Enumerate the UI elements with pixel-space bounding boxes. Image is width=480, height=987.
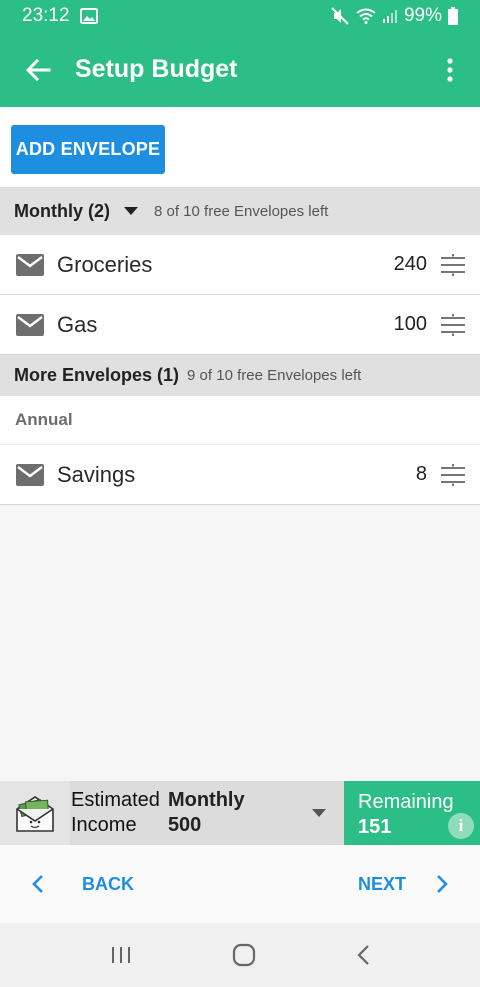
wifi-icon [356, 8, 376, 24]
income-dropdown-caret-icon[interactable] [312, 809, 326, 817]
income-label: Estimated Income [70, 788, 160, 838]
page-title: Setup Budget [75, 55, 238, 83]
system-navigation-bar [0, 923, 480, 987]
remaining-label: Remaining [358, 791, 454, 813]
home-icon[interactable] [232, 943, 256, 967]
envelope-list: ADD ENVELOPE Monthly (2) 8 of 10 free En… [0, 107, 480, 781]
add-envelope-area: ADD ENVELOPE [0, 107, 480, 187]
envelope-row-groceries[interactable]: Groceries 240 [0, 235, 480, 295]
income-values: Monthly 500 [168, 788, 245, 838]
drag-handle-icon[interactable] [440, 253, 466, 276]
free-envelopes-left: 8 of 10 free Envelopes left [154, 202, 329, 220]
system-back-icon[interactable] [356, 944, 370, 966]
app-bar: Setup Budget [0, 32, 480, 107]
next-button[interactable]: NEXT [358, 874, 406, 895]
wizard-navigation: BACK NEXT [0, 845, 480, 923]
drag-handle-icon[interactable] [440, 313, 466, 336]
back-button[interactable]: BACK [82, 874, 134, 895]
chevron-left-icon[interactable] [32, 874, 44, 894]
envelope-row-gas[interactable]: Gas 100 [0, 295, 480, 355]
drag-handle-icon[interactable] [440, 463, 466, 486]
overflow-menu-icon[interactable] [420, 32, 480, 107]
income-amount: 500 [167, 814, 202, 836]
estimated-income-selector[interactable]: Estimated Income Monthly 500 [0, 781, 344, 845]
free-envelopes-left: 9 of 10 free Envelopes left [187, 367, 362, 384]
envelope-icon [16, 463, 44, 486]
group-header-more-envelopes[interactable]: More Envelopes (1) 9 of 10 free Envelope… [0, 355, 480, 396]
income-label-line2: Income [71, 814, 137, 836]
status-bar: 23:12 99% [0, 0, 480, 32]
back-arrow-icon[interactable] [0, 32, 75, 107]
group-title: Monthly (2) [14, 200, 110, 221]
add-envelope-button[interactable]: ADD ENVELOPE [11, 125, 165, 174]
remaining-panel: Remaining 151 i [344, 781, 480, 845]
info-icon[interactable]: i [448, 813, 474, 839]
dropdown-caret-icon[interactable] [124, 207, 138, 215]
recent-apps-icon[interactable] [110, 945, 132, 965]
status-time: 23:12 [22, 5, 70, 26]
envelope-name: Gas [57, 311, 98, 337]
income-bar: Estimated Income Monthly 500 Remaining 1… [0, 781, 480, 845]
envelope-icon [16, 313, 44, 336]
signal-icon [382, 8, 398, 24]
envelope-icon [16, 253, 44, 276]
envelope-amount: 240 [393, 253, 427, 275]
app-logo-envelope-icon [0, 781, 70, 845]
group-title: More Envelopes (1) [14, 365, 180, 385]
image-notification-icon [79, 8, 98, 24]
envelope-amount: 8 [415, 463, 427, 485]
envelope-name: Groceries [57, 251, 153, 277]
group-header-monthly[interactable]: Monthly (2) 8 of 10 free Envelopes left [0, 187, 480, 235]
income-label-line1: Estimated [71, 789, 160, 811]
subgroup-header-annual: Annual [0, 396, 480, 445]
income-period: Monthly [167, 789, 245, 811]
envelope-amount: 100 [393, 313, 427, 335]
mute-icon [330, 7, 350, 25]
battery-percent: 99% [403, 5, 442, 26]
envelope-name: Savings [57, 461, 136, 487]
envelope-row-savings[interactable]: Savings 8 [0, 445, 480, 505]
battery-icon [448, 7, 458, 25]
chevron-right-icon[interactable] [436, 874, 448, 894]
